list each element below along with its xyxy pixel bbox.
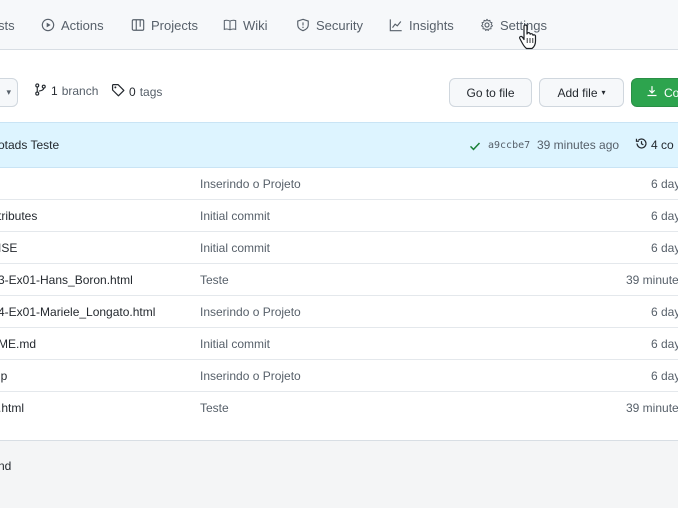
branch-select-button[interactable]: ▾ xyxy=(0,78,18,107)
tags-link[interactable]: 0 tags xyxy=(111,83,162,100)
tab-wiki[interactable]: Wiki xyxy=(223,0,268,50)
file-name[interactable]: 3-Ex01-Hans_Boron.html xyxy=(0,273,133,287)
tab-requests[interactable]: sts xyxy=(0,0,15,50)
file-commit-message[interactable]: Teste xyxy=(200,401,229,415)
file-commit-message[interactable]: Inserindo o Projeto xyxy=(200,177,301,191)
branch-label: branch xyxy=(61,84,99,98)
file-age: 6 day xyxy=(651,177,678,191)
tab-insights[interactable]: Insights xyxy=(389,0,454,50)
file-age: 6 day xyxy=(651,241,678,255)
code-button[interactable]: Co xyxy=(631,78,678,107)
history-icon xyxy=(635,137,648,153)
file-name[interactable]: tributes xyxy=(0,209,37,223)
gear-icon xyxy=(480,18,494,32)
file-name[interactable]: ME.md xyxy=(0,337,36,351)
file-name[interactable]: .html xyxy=(0,401,24,415)
branch-count: 1 xyxy=(51,84,58,98)
file-age: 39 minute xyxy=(626,401,678,415)
file-age: 6 day xyxy=(651,209,678,223)
file-commit-message[interactable]: Initial commit xyxy=(200,337,270,351)
tab-label: Wiki xyxy=(243,17,268,33)
play-icon xyxy=(41,18,55,32)
table-row: tributes Initial commit 6 day xyxy=(0,200,678,232)
tab-label: Security xyxy=(316,17,363,33)
tab-projects[interactable]: Projects xyxy=(131,0,198,50)
add-file-label: Add file xyxy=(557,85,598,100)
file-age: 39 minute xyxy=(626,273,678,287)
tag-label: tags xyxy=(139,84,163,99)
file-commit-message[interactable]: Inserindo o Projeto xyxy=(200,369,301,383)
code-button-label: Co xyxy=(664,85,678,100)
commit-hash[interactable]: a9ccbe7 xyxy=(488,140,530,151)
file-commit-message[interactable]: Initial commit xyxy=(200,241,270,255)
branches-link[interactable]: 1 branch xyxy=(34,83,98,99)
file-age: 6 day xyxy=(651,305,678,319)
go-to-file-button[interactable]: Go to file xyxy=(449,78,532,107)
tag-icon xyxy=(111,83,125,100)
commit-time: 39 minutes ago xyxy=(537,138,620,152)
table-row: ip Inserindo o Projeto 6 day xyxy=(0,360,678,392)
repo-toolbar: ▾ 1 branch 0 tags Go to file Add file ▾ … xyxy=(0,50,678,122)
table-icon xyxy=(131,18,145,32)
readme-section: nd xyxy=(0,440,678,508)
file-commit-message[interactable]: Inserindo o Projeto xyxy=(200,305,301,319)
table-row: 4-Ex01-Mariele_Longato.html Inserindo o … xyxy=(0,296,678,328)
file-commit-message[interactable]: Initial commit xyxy=(200,209,270,223)
file-age: 6 day xyxy=(651,369,678,383)
file-name[interactable]: ip xyxy=(0,369,7,383)
table-row: .html Teste 39 minute xyxy=(0,392,678,424)
table-row: ISE Initial commit 6 day xyxy=(0,232,678,264)
table-row: Inserindo o Projeto 6 day xyxy=(0,168,678,200)
commit-history-link[interactable]: 4 co xyxy=(635,137,674,153)
graph-icon xyxy=(389,18,403,32)
add-file-button[interactable]: Add file ▾ xyxy=(539,78,624,107)
download-icon xyxy=(646,85,658,100)
file-name[interactable]: 4-Ex01-Mariele_Longato.html xyxy=(0,305,155,319)
file-name[interactable]: ISE xyxy=(0,241,17,255)
table-row: 3-Ex01-Hans_Boron.html Teste 39 minute xyxy=(0,264,678,296)
repo-nav: sts Actions Projects Wiki Security Insig… xyxy=(0,0,678,50)
table-row: ME.md Initial commit 6 day xyxy=(0,328,678,360)
git-branch-icon xyxy=(34,83,47,99)
latest-commit-bar: otads Teste a9ccbe7 39 minutes ago 4 co xyxy=(0,122,678,168)
shield-icon xyxy=(296,18,310,32)
check-icon xyxy=(469,139,481,151)
tab-security[interactable]: Security xyxy=(296,0,363,50)
tab-label: Insights xyxy=(409,17,454,33)
hand-pointer-icon xyxy=(517,24,539,50)
commit-count: 4 co xyxy=(651,138,674,152)
tag-count: 0 xyxy=(129,84,136,99)
caret-down-icon: ▾ xyxy=(601,88,606,97)
readme-title: nd xyxy=(0,459,12,473)
book-icon xyxy=(223,18,237,32)
commit-message[interactable]: otads Teste xyxy=(0,138,59,152)
chevron-down-icon: ▾ xyxy=(6,87,11,97)
file-age: 6 day xyxy=(651,337,678,351)
file-list: Inserindo o Projeto 6 day tributes Initi… xyxy=(0,168,678,424)
tab-label: sts xyxy=(0,17,15,33)
file-commit-message[interactable]: Teste xyxy=(200,273,229,287)
tab-label: Projects xyxy=(151,17,198,33)
go-to-file-label: Go to file xyxy=(466,85,515,100)
tab-actions[interactable]: Actions xyxy=(41,0,104,50)
tab-label: Actions xyxy=(61,17,104,33)
